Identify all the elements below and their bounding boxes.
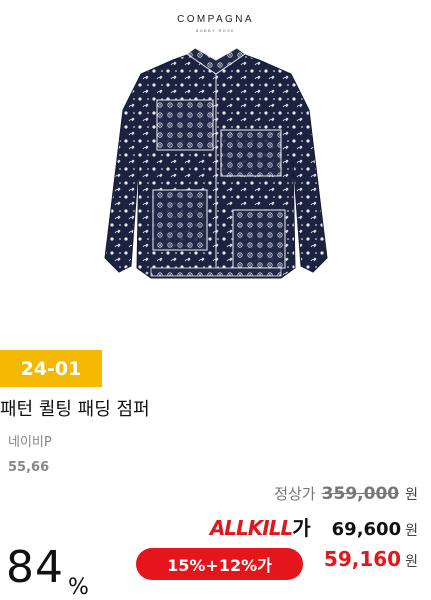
regular-price-label: 정상가	[274, 485, 316, 503]
brand-subtitle: BOBBY ROSE	[195, 29, 236, 33]
currency-unit: 원	[405, 554, 418, 570]
allkill-price-row: ALLKILL가 69,600 원	[210, 512, 418, 541]
allkill-price: 69,600	[331, 519, 402, 540]
discount-rate-unit: %	[68, 575, 89, 600]
allkill-logo-ga: 가	[292, 516, 310, 540]
product-image[interactable]: COMPAGNA BOBBY ROSE	[0, 0, 431, 342]
product-color: 네이비P	[8, 435, 52, 450]
regular-price-row: 정상가 359,000 원	[274, 483, 418, 504]
product-card[interactable]: COMPAGNA BOBBY ROSE 24-01 패턴 퀼팅 패딩 점퍼 네이…	[0, 0, 431, 600]
final-price-row: 59,160 원	[324, 547, 418, 571]
final-price: 59,160	[323, 547, 402, 571]
regular-price: 359,000	[321, 484, 400, 504]
product-sizes: 55,66	[8, 460, 50, 475]
allkill-logo-text: ALLKILL	[209, 516, 293, 540]
discount-rate-value: 84	[6, 542, 64, 593]
season-badge: 24-01	[0, 350, 102, 387]
currency-unit: 원	[405, 487, 418, 503]
allkill-logo: ALLKILL가	[209, 512, 311, 541]
brand-name: COMPAGNA	[177, 14, 254, 25]
coupon-badge[interactable]: 15%+12%가	[136, 548, 303, 580]
brand-logo: COMPAGNA BOBBY ROSE	[0, 14, 431, 34]
currency-unit: 원	[405, 523, 418, 539]
discount-rate: 84 %	[6, 542, 89, 600]
product-name[interactable]: 패턴 퀼팅 패딩 점퍼	[0, 398, 150, 422]
jacket-icon	[104, 47, 328, 279]
